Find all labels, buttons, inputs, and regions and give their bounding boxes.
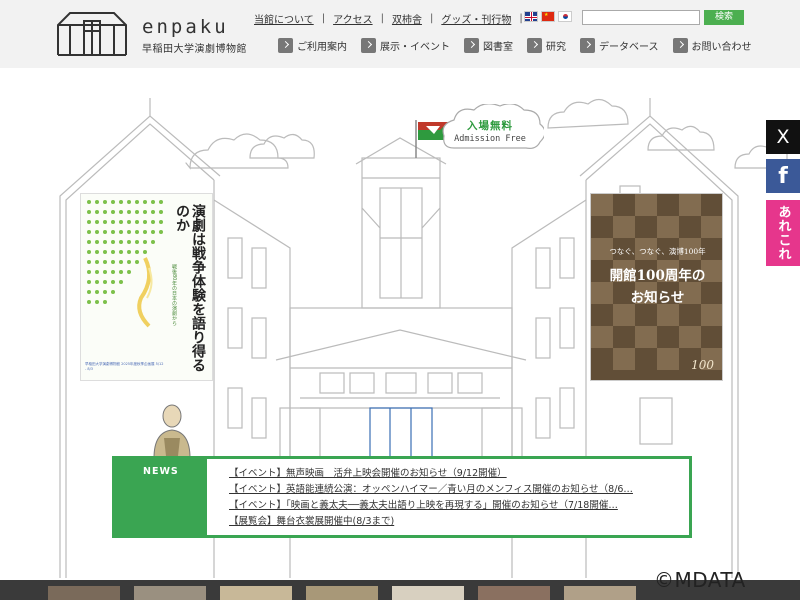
nav-separator: |: [321, 13, 326, 24]
poster-title: 演劇は戦争体験を語り得るのか: [174, 204, 206, 372]
top-navigation: 当館について | アクセス | 双柿舎 | グッズ・刊行物 |: [254, 11, 531, 26]
news-label: NEWS: [143, 466, 179, 477]
museum-logo-icon[interactable]: [56, 11, 128, 57]
top-nav-soshisha[interactable]: 双柿舎: [392, 11, 422, 26]
x-share-button[interactable]: X: [766, 120, 800, 154]
chevron-right-icon: [527, 38, 542, 53]
chevron-right-icon: [580, 38, 595, 53]
arekore-button[interactable]: あれこれ: [766, 200, 800, 266]
news-tab: NEWS: [115, 459, 207, 535]
thumbnail-image[interactable]: [564, 586, 636, 600]
main-nav-label: 展示・イベント: [380, 42, 450, 53]
main-nav-label: お問い合わせ: [691, 42, 752, 53]
main-nav-label: データベース: [599, 42, 659, 53]
main-nav-label: 図書室: [483, 42, 513, 53]
flag-uk-icon[interactable]: [524, 11, 538, 22]
main-nav-label: 研究: [546, 42, 566, 53]
brand-wordmark[interactable]: enpaku: [142, 16, 229, 38]
chevron-right-icon: [361, 38, 376, 53]
main-nav-guide[interactable]: ご利用案内: [278, 38, 347, 53]
news-item[interactable]: 【イベント】無声映画 活弁上映会開催のお知らせ（9/12開催）: [229, 466, 689, 482]
poster-subtitle: 戦後80年の日本の演劇から: [171, 264, 177, 326]
anniversary-title-line2: お知らせ: [630, 290, 685, 306]
thumbnail-image[interactable]: [478, 586, 550, 600]
admission-free-jp: 入場無料: [467, 120, 513, 132]
flag-korea-icon[interactable]: [558, 11, 572, 22]
thumbnail-image[interactable]: [306, 586, 378, 600]
search-button[interactable]: 検索: [704, 10, 744, 25]
nav-separator: |: [519, 13, 523, 24]
poster-footer: 早稲田大学演劇博物館 2025年度秋季企画展 5/12 - 8/3: [85, 362, 164, 371]
top-nav-goods[interactable]: グッズ・刊行物: [441, 11, 511, 26]
nav-separator: |: [380, 13, 384, 24]
top-nav-access[interactable]: アクセス: [333, 11, 373, 26]
hero-section: 入場無料 Admission Free 演劇は戦争体験を語り得るのか 戦後80年…: [0, 68, 800, 580]
nav-separator: |: [429, 13, 434, 24]
thumbnail-image[interactable]: [220, 586, 292, 600]
anniversary-title-line1: 開館100周年の: [609, 268, 706, 284]
main-nav-exhibitions[interactable]: 展示・イベント: [361, 38, 450, 53]
news-list: 【イベント】無声映画 活弁上映会開催のお知らせ（9/12開催） 【イベント】英語…: [229, 466, 689, 530]
news-item[interactable]: 【イベント】英語能連続公演：オッペンハイマー／青い月のメンフィス開催のお知らせ（…: [229, 482, 689, 498]
anniversary-badge: 100: [691, 358, 714, 372]
top-nav-about[interactable]: 当館について: [254, 11, 314, 26]
brand-subtitle[interactable]: 早稲田大学演劇博物館: [142, 40, 247, 55]
search-input[interactable]: [582, 10, 700, 25]
chevron-right-icon: [464, 38, 479, 53]
news-item[interactable]: 【イベント】「映画と義太夫──義太夫出語り上映を再現する」開催のお知らせ（7/1…: [229, 498, 689, 514]
flag-china-icon[interactable]: ★: [541, 11, 555, 22]
thumbnail-image[interactable]: [392, 586, 464, 600]
thumbnail-image[interactable]: [48, 586, 120, 600]
thumbnail-image[interactable]: [134, 586, 206, 600]
news-item[interactable]: 【展覧会】舞台衣裳展開催中(8/3まで): [229, 514, 689, 530]
language-selector: ★: [524, 11, 572, 22]
main-nav-library[interactable]: 図書室: [464, 38, 513, 53]
site-header: enpaku 早稲田大学演劇博物館 当館について | アクセス | 双柿舎 | …: [0, 0, 800, 68]
founder-figure-icon: [153, 404, 191, 458]
facebook-share-button[interactable]: f: [766, 159, 800, 193]
main-nav-research[interactable]: 研究: [527, 38, 566, 53]
anniversary-poster[interactable]: つなぐ、つなぐ、演博100年 開館100周年の お知らせ 100: [590, 193, 723, 381]
news-panel: NEWS 【イベント】無声映画 活弁上映会開催のお知らせ（9/12開催） 【イベ…: [112, 456, 692, 538]
poster-dot-pattern-icon: [87, 200, 163, 328]
main-nav-contact[interactable]: お問い合わせ: [672, 38, 752, 53]
main-nav-label: ご利用案内: [297, 42, 347, 53]
anniversary-tagline: つなぐ、つなぐ、演博100年: [609, 247, 706, 256]
chevron-right-icon: [672, 38, 688, 53]
admission-free-en: Admission Free: [454, 134, 526, 144]
main-nav-database[interactable]: データベース: [580, 38, 659, 53]
exhibition-poster-war[interactable]: 演劇は戦争体験を語り得るのか 戦後80年の日本の演劇から 早稲田大学演劇博物館 …: [80, 193, 213, 381]
main-navigation: ご利用案内 展示・イベント 図書室 研究 データベース お問い合わせ: [278, 38, 766, 53]
chevron-right-icon: [278, 38, 293, 53]
watermark: ©MDATA: [654, 568, 746, 592]
